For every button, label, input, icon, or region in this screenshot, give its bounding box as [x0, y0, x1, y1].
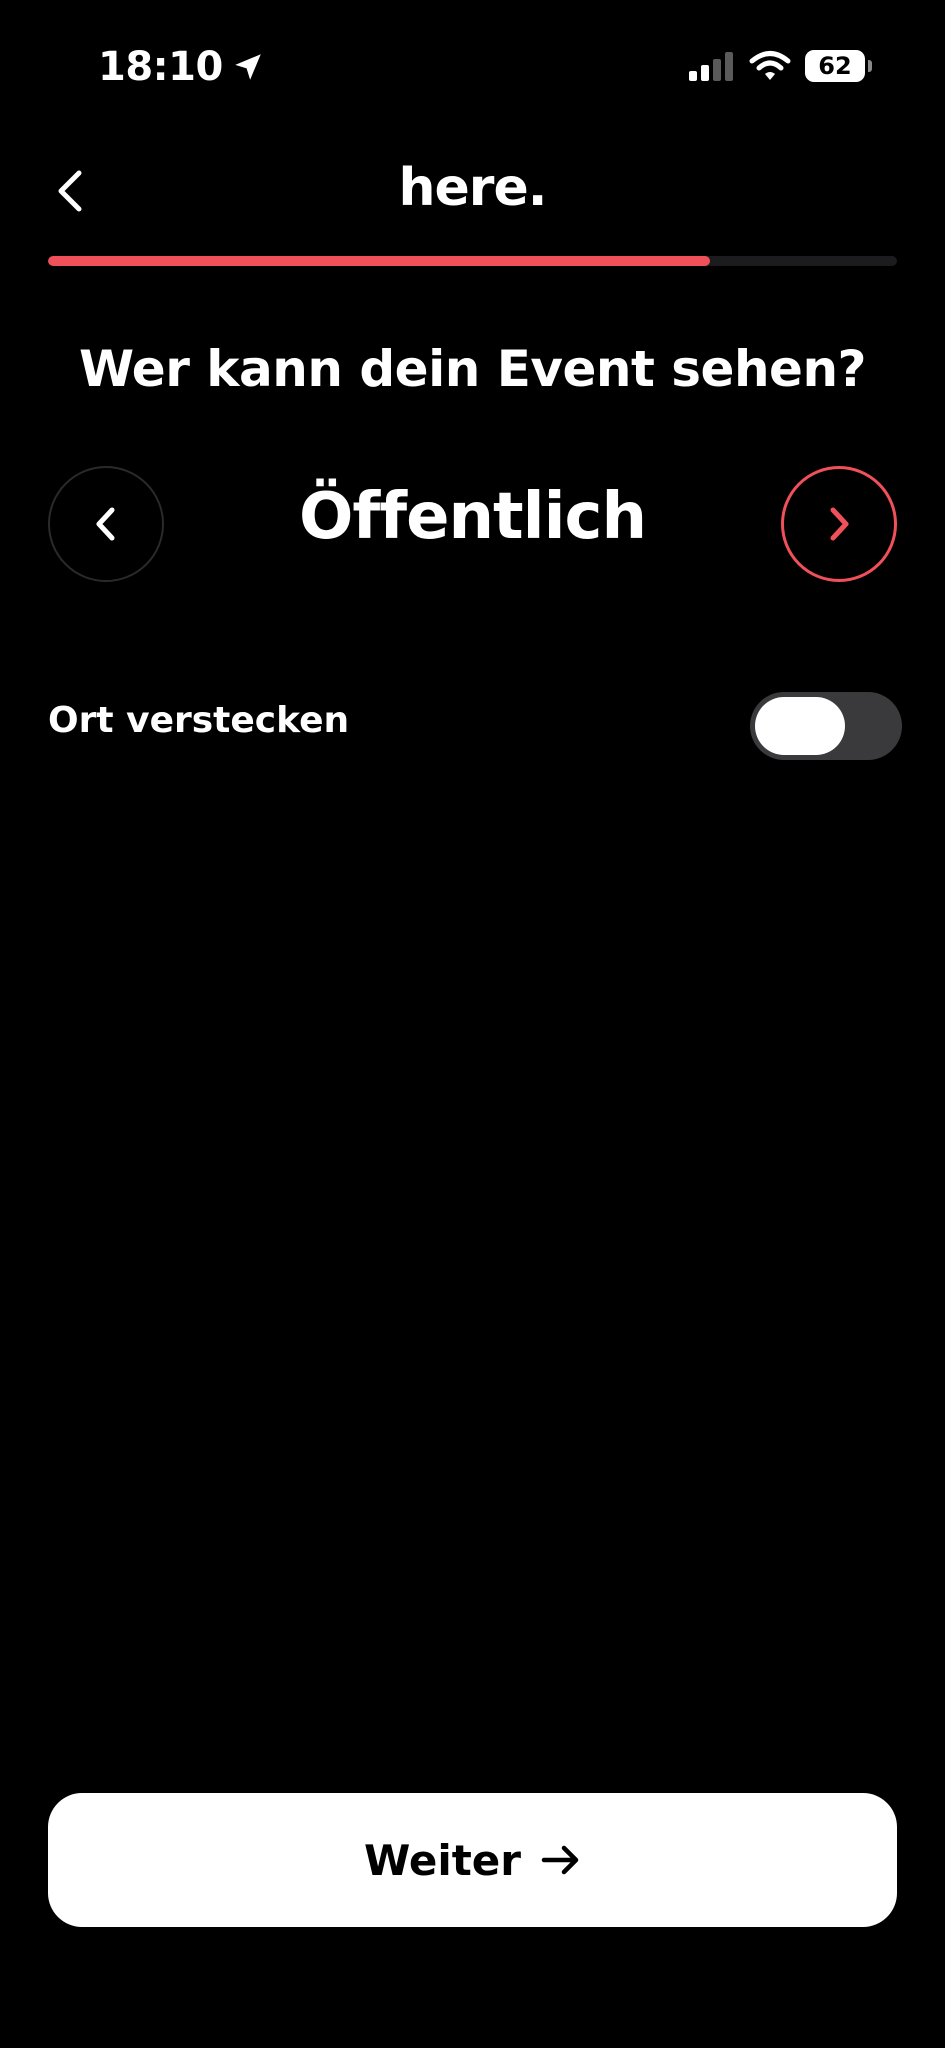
chevron-right-icon	[830, 507, 849, 541]
wifi-icon	[749, 51, 791, 80]
page-title: Wer kann dein Event sehen?	[78, 340, 867, 398]
hide-location-label: Ort verstecken	[48, 700, 350, 741]
toggle-knob	[755, 697, 845, 755]
screen: 18:10 62 here. Wer kann dein Event sehen…	[0, 0, 945, 2048]
status-time: 18:10	[98, 44, 265, 90]
signal-icon	[689, 52, 733, 81]
hide-location-toggle[interactable]	[750, 692, 902, 760]
continue-button[interactable]: Weiter	[48, 1793, 897, 1927]
brand-logo: here.	[398, 158, 548, 218]
battery-icon: 62	[805, 50, 872, 82]
chevron-left-icon	[96, 507, 115, 541]
battery-level: 62	[818, 52, 852, 80]
progress-bar	[48, 256, 897, 266]
visibility-value: Öffentlich	[298, 480, 647, 554]
location-arrow-icon	[235, 54, 261, 80]
previous-option-button[interactable]	[48, 466, 164, 582]
next-option-button[interactable]	[781, 466, 897, 582]
status-icons: 62	[687, 50, 872, 82]
continue-button-label: Weiter	[364, 1835, 521, 1885]
time-text: 18:10	[98, 44, 223, 90]
progress-fill	[48, 256, 711, 266]
arrow-right-icon	[541, 1845, 579, 1875]
